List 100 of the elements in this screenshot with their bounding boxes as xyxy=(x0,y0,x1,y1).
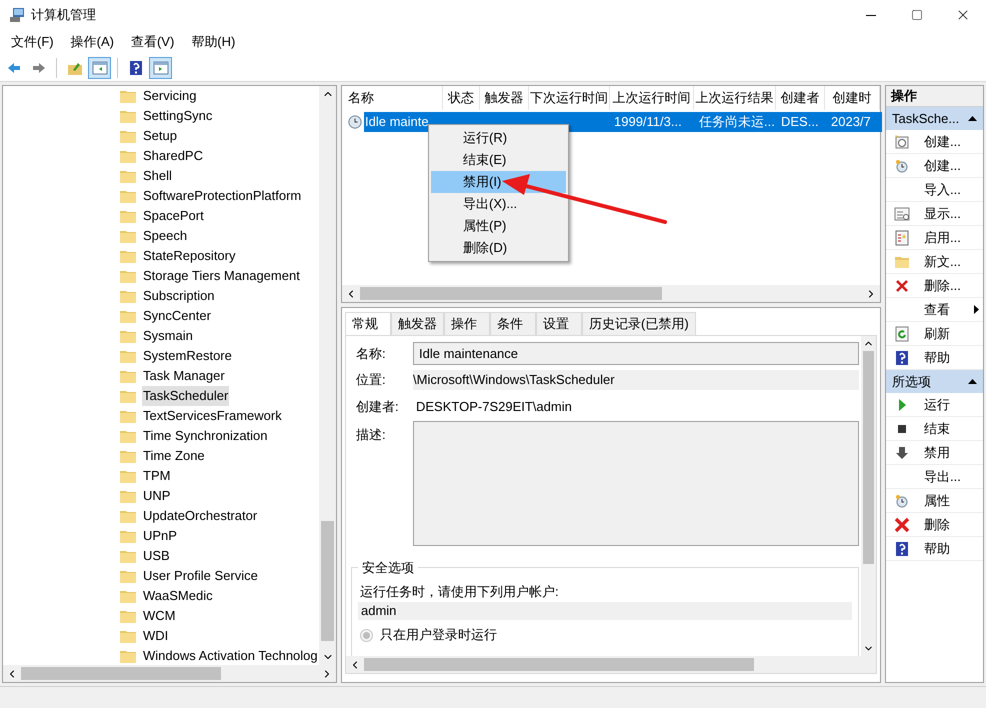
tree-item[interactable]: TextServicesFramework xyxy=(142,406,283,426)
tree-item[interactable]: SettingSync xyxy=(142,106,214,126)
actions-title: 操作 xyxy=(886,86,983,107)
menu-item[interactable]: 帮助(H) xyxy=(184,31,242,53)
tree-item[interactable]: Setup xyxy=(142,126,178,146)
action-item[interactable]: 新文... xyxy=(924,252,961,272)
column-header[interactable]: 上次运行时间 xyxy=(610,86,694,110)
column-header[interactable]: 创建时 xyxy=(825,86,880,110)
tree-item[interactable]: WaaSMedic xyxy=(142,586,214,606)
tree-item[interactable]: Subscription xyxy=(142,286,216,306)
tab[interactable]: 历史记录(已禁用) xyxy=(582,312,696,335)
section-header[interactable]: TaskSche... xyxy=(886,107,983,130)
action-item[interactable]: 帮助 xyxy=(924,348,950,368)
column-header[interactable]: 触发器 xyxy=(480,86,529,110)
horizontal-scrollbar[interactable] xyxy=(342,285,880,302)
horizontal-scrollbar[interactable] xyxy=(3,665,336,682)
tree-item[interactable]: Task Manager xyxy=(142,366,226,386)
tree-item[interactable]: SharedPC xyxy=(142,146,204,166)
location-field: \Microsoft\Windows\TaskScheduler xyxy=(413,370,859,390)
delete-icon xyxy=(894,278,910,294)
context-menu-item[interactable]: 删除(D) xyxy=(431,237,566,259)
horizontal-scrollbar[interactable] xyxy=(346,656,876,673)
tree-item[interactable]: Windows Activation Technolog xyxy=(142,646,319,665)
scroll-thumb[interactable] xyxy=(360,287,662,300)
action-item[interactable]: 删除 xyxy=(924,514,950,534)
description-field[interactable] xyxy=(413,421,859,546)
tab[interactable]: 常规 xyxy=(345,312,391,335)
scroll-thumb[interactable] xyxy=(321,521,334,641)
tree-item[interactable]: TaskScheduler xyxy=(142,386,230,406)
tree-item[interactable]: Time Synchronization xyxy=(142,426,269,446)
radio-label: 只在用户登录时运行 xyxy=(380,626,497,644)
tab[interactable]: 触发器 xyxy=(391,312,444,335)
context-menu-item[interactable]: 结束(E) xyxy=(431,149,566,171)
action-item[interactable]: 刷新 xyxy=(924,324,950,344)
column-header[interactable]: 名称 xyxy=(346,86,444,110)
action-item[interactable]: 导入... xyxy=(924,180,961,200)
action-item[interactable]: 导出... xyxy=(924,466,961,486)
tree-item[interactable]: WDI xyxy=(142,626,170,646)
context-menu-item[interactable]: 导出(X)... xyxy=(431,193,566,215)
window-title: 计算机管理 xyxy=(31,6,96,24)
folder-icon xyxy=(120,309,136,323)
action-item[interactable]: 创建... xyxy=(924,132,961,152)
vertical-scrollbar[interactable] xyxy=(861,336,876,656)
tree-item[interactable]: User Profile Service xyxy=(142,566,259,586)
tree-item[interactable]: Speech xyxy=(142,226,188,246)
tree-item[interactable]: SystemRestore xyxy=(142,346,233,366)
action-item[interactable]: 结束 xyxy=(924,418,950,438)
action-item[interactable]: 启用... xyxy=(924,228,961,248)
action-item[interactable]: 帮助 xyxy=(924,538,950,558)
action-item[interactable]: 查看 xyxy=(924,300,950,320)
column-header[interactable]: 状态 xyxy=(443,86,480,110)
tree-item[interactable]: USB xyxy=(142,546,171,566)
account-field: admin xyxy=(358,602,852,620)
column-header[interactable]: 下次运行时间 xyxy=(528,86,610,110)
radio-button[interactable] xyxy=(360,628,373,642)
pane-icon[interactable] xyxy=(88,56,111,78)
folder-icon xyxy=(120,629,136,643)
name-field[interactable]: Idle maintenance xyxy=(413,342,859,365)
tree-item[interactable]: Time Zone xyxy=(142,446,206,466)
tab[interactable]: 操作 xyxy=(444,312,490,335)
tree-item[interactable]: SpacePort xyxy=(142,206,205,226)
tree-item[interactable]: Shell xyxy=(142,166,173,186)
tree-item[interactable]: StateRepository xyxy=(142,246,236,266)
tree-item[interactable]: Storage Tiers Management xyxy=(142,266,301,286)
tree-item[interactable]: SoftwareProtectionPlatform xyxy=(142,186,302,206)
log-icon xyxy=(894,230,910,246)
folder-icon xyxy=(120,289,136,303)
tree-item[interactable]: TPM xyxy=(142,466,172,486)
action-item[interactable]: 删除... xyxy=(924,276,961,296)
scroll-thumb[interactable] xyxy=(364,658,754,671)
menu-item[interactable]: 文件(F) xyxy=(4,31,61,53)
vertical-scrollbar[interactable] xyxy=(319,86,336,665)
tree-item[interactable]: UNP xyxy=(142,486,172,506)
tree-item[interactable]: Servicing xyxy=(142,86,198,106)
menu-item[interactable]: 操作(A) xyxy=(64,31,121,53)
menu-item[interactable]: 查看(V) xyxy=(124,31,182,53)
action-item[interactable]: 显示... xyxy=(924,204,961,224)
column-header[interactable]: 创建者 xyxy=(776,86,826,110)
context-menu-item[interactable]: 属性(P) xyxy=(431,215,566,237)
action-item[interactable]: 创建... xyxy=(924,156,961,176)
tree-item[interactable]: SyncCenter xyxy=(142,306,212,326)
tree-item[interactable]: Sysmain xyxy=(142,326,194,346)
action-item[interactable]: 运行 xyxy=(924,394,950,414)
pane-icon[interactable] xyxy=(149,56,172,78)
help-icon xyxy=(894,540,910,556)
tree-item[interactable]: UPnP xyxy=(142,526,178,546)
folder-icon xyxy=(120,529,136,543)
action-item[interactable]: 禁用 xyxy=(924,442,950,462)
tree-item[interactable]: UpdateOrchestrator xyxy=(142,506,258,526)
action-item[interactable]: 属性 xyxy=(924,490,950,510)
computer-management-icon xyxy=(9,7,25,23)
tab[interactable]: 设置 xyxy=(536,312,582,335)
scroll-thumb[interactable] xyxy=(863,351,874,564)
column-header[interactable]: 上次运行结果 xyxy=(694,86,776,110)
tree-item[interactable]: WCM xyxy=(142,606,176,626)
tab[interactable]: 条件 xyxy=(490,312,536,335)
minimize-icon xyxy=(866,14,876,16)
folder-icon xyxy=(120,609,136,623)
section-header[interactable]: 所选项 xyxy=(886,370,983,393)
scroll-thumb[interactable] xyxy=(21,667,221,680)
